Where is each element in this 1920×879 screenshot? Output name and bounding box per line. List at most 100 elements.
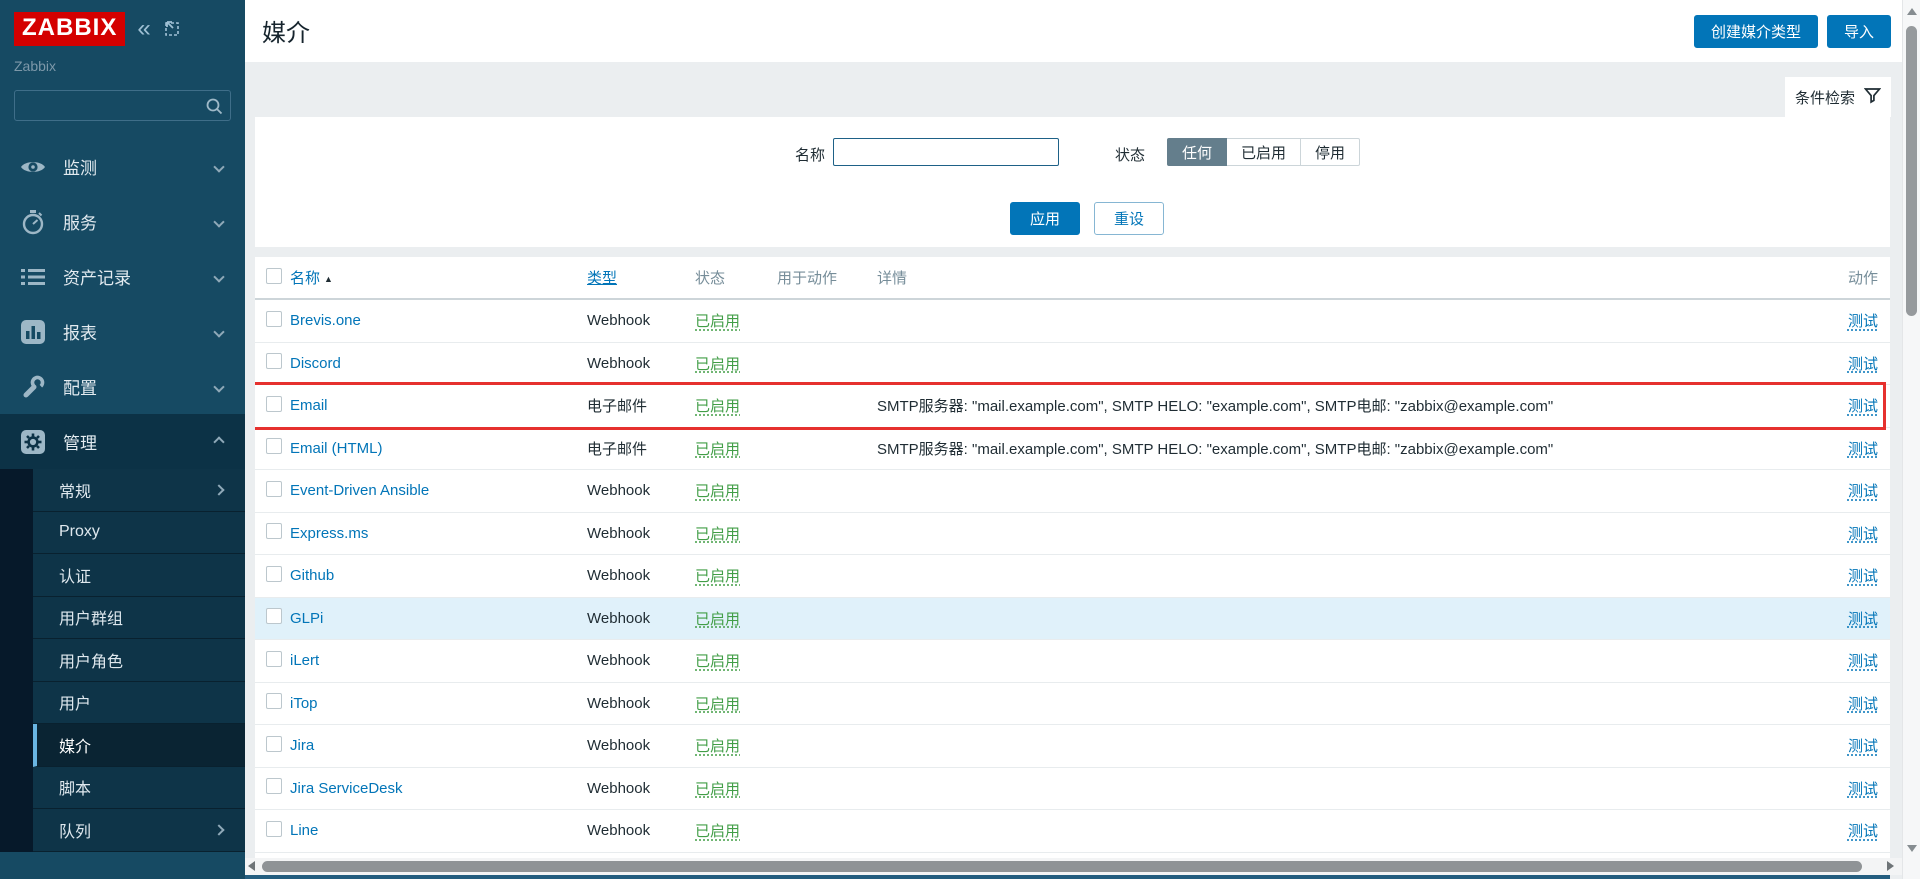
sidebar-item-scripts[interactable]: 脚本 bbox=[33, 767, 245, 810]
sidebar-item-user-roles[interactable]: 用户角色 bbox=[33, 639, 245, 682]
test-link[interactable]: 测试 bbox=[1848, 313, 1878, 330]
import-button[interactable]: 导入 bbox=[1827, 15, 1891, 48]
zabbix-logo[interactable]: ZABBIX bbox=[14, 12, 125, 46]
collapse-sidebar-icon[interactable]: « bbox=[137, 17, 150, 41]
reset-button[interactable]: 重设 bbox=[1094, 202, 1164, 235]
sidebar-item-users[interactable]: 用户 bbox=[33, 682, 245, 725]
scroll-right-arrow-icon[interactable] bbox=[1887, 861, 1894, 871]
test-link[interactable]: 测试 bbox=[1848, 611, 1878, 628]
status-option-disabled[interactable]: 停用 bbox=[1300, 138, 1360, 166]
filter-tab[interactable]: 条件检索 bbox=[1785, 77, 1891, 117]
media-type-name-link[interactable]: GLPi bbox=[290, 610, 323, 627]
scroll-left-arrow-icon[interactable] bbox=[248, 861, 255, 871]
status-enabled-link[interactable]: 已启用 bbox=[695, 568, 740, 585]
media-type-type: 电子邮件 bbox=[587, 395, 695, 416]
sidebar-item-inventory[interactable]: 资产记录 bbox=[0, 249, 245, 304]
details-cell: SMTP服务器: "mail.example.com", SMTP HELO: … bbox=[877, 395, 1818, 416]
horizontal-scrollbar-thumb[interactable] bbox=[262, 861, 1862, 872]
row-checkbox[interactable] bbox=[266, 778, 282, 794]
test-link[interactable]: 测试 bbox=[1848, 781, 1878, 798]
row-checkbox[interactable] bbox=[266, 523, 282, 539]
apply-button[interactable]: 应用 bbox=[1010, 202, 1080, 235]
status-enabled-link[interactable]: 已启用 bbox=[695, 611, 740, 628]
sidebar-item-queue[interactable]: 队列 bbox=[33, 809, 245, 852]
test-link[interactable]: 测试 bbox=[1848, 738, 1878, 755]
sidebar-item-label: 监测 bbox=[63, 154, 97, 179]
media-type-name-link[interactable]: Email (HTML) bbox=[290, 440, 383, 457]
test-link[interactable]: 测试 bbox=[1848, 356, 1878, 373]
row-checkbox[interactable] bbox=[266, 438, 282, 454]
sidebar-item-general[interactable]: 常规 bbox=[33, 469, 245, 512]
test-link[interactable]: 测试 bbox=[1848, 823, 1878, 840]
test-link[interactable]: 测试 bbox=[1848, 526, 1878, 543]
filter-tab-label: 条件检索 bbox=[1795, 87, 1855, 108]
media-type-name-link[interactable]: Express.ms bbox=[290, 525, 368, 542]
status-enabled-link[interactable]: 已启用 bbox=[695, 398, 740, 415]
status-enabled-link[interactable]: 已启用 bbox=[695, 356, 740, 373]
horizontal-scrollbar[interactable] bbox=[245, 858, 1902, 875]
test-link[interactable]: 测试 bbox=[1848, 441, 1878, 458]
sidebar-item-configuration[interactable]: 配置 bbox=[0, 359, 245, 414]
select-all-checkbox[interactable] bbox=[266, 268, 282, 284]
status-enabled-link[interactable]: 已启用 bbox=[695, 483, 740, 500]
row-checkbox[interactable] bbox=[266, 651, 282, 667]
expand-view-icon[interactable] bbox=[163, 20, 181, 38]
media-type-name-link[interactable]: Event-Driven Ansible bbox=[290, 482, 429, 499]
media-type-name-link[interactable]: iTop bbox=[290, 695, 318, 712]
row-checkbox[interactable] bbox=[266, 693, 282, 709]
scroll-up-arrow-icon[interactable] bbox=[1907, 8, 1917, 15]
sidebar-item-administration[interactable]: 管理 bbox=[0, 414, 245, 469]
status-option-enabled[interactable]: 已启用 bbox=[1226, 138, 1301, 166]
sidebar-item-authentication[interactable]: 认证 bbox=[33, 554, 245, 597]
row-checkbox[interactable] bbox=[266, 481, 282, 497]
status-enabled-link[interactable]: 已启用 bbox=[695, 441, 740, 458]
scroll-down-arrow-icon[interactable] bbox=[1907, 845, 1917, 852]
sidebar-item-proxy[interactable]: Proxy bbox=[33, 512, 245, 555]
sidebar-item-reports[interactable]: 报表 bbox=[0, 304, 245, 359]
sidebar-item-media-types[interactable]: 媒介 bbox=[33, 724, 245, 767]
media-type-name-link[interactable]: Jira bbox=[290, 737, 314, 754]
media-type-type: 电子邮件 bbox=[587, 438, 695, 459]
sidebar: ZABBIX « Zabbix bbox=[0, 0, 245, 879]
search-input[interactable] bbox=[15, 91, 230, 120]
row-checkbox[interactable] bbox=[266, 608, 282, 624]
status-enabled-link[interactable]: 已启用 bbox=[695, 781, 740, 798]
row-checkbox[interactable] bbox=[266, 311, 282, 327]
create-media-type-button[interactable]: 创建媒介类型 bbox=[1694, 15, 1818, 48]
media-type-name-link[interactable]: Line bbox=[290, 822, 318, 839]
vertical-scrollbar[interactable] bbox=[1902, 0, 1920, 879]
row-checkbox[interactable] bbox=[266, 566, 282, 582]
submenu-label: 脚本 bbox=[59, 775, 91, 799]
column-header-type[interactable]: 类型 bbox=[587, 270, 617, 287]
media-type-name-link[interactable]: Email bbox=[290, 397, 328, 414]
test-link[interactable]: 测试 bbox=[1848, 398, 1878, 415]
test-link[interactable]: 测试 bbox=[1848, 568, 1878, 585]
sidebar-item-monitoring[interactable]: 监测 bbox=[0, 139, 245, 194]
status-enabled-link[interactable]: 已启用 bbox=[695, 696, 740, 713]
status-option-any[interactable]: 任何 bbox=[1167, 138, 1227, 166]
status-enabled-link[interactable]: 已启用 bbox=[695, 738, 740, 755]
row-checkbox[interactable] bbox=[266, 736, 282, 752]
sidebar-item-services[interactable]: 服务 bbox=[0, 194, 245, 249]
status-enabled-link[interactable]: 已启用 bbox=[695, 526, 740, 543]
media-type-name-link[interactable]: Brevis.one bbox=[290, 312, 361, 329]
sidebar-item-user-groups[interactable]: 用户群组 bbox=[33, 597, 245, 640]
status-enabled-link[interactable]: 已启用 bbox=[695, 823, 740, 840]
media-type-name-link[interactable]: Github bbox=[290, 567, 334, 584]
row-checkbox[interactable] bbox=[266, 396, 282, 412]
test-link[interactable]: 测试 bbox=[1848, 653, 1878, 670]
table-row: Email (HTML) 电子邮件 已启用 SMTP服务器: "mail.exa… bbox=[255, 428, 1890, 471]
filter-name-input[interactable] bbox=[833, 138, 1059, 166]
test-link[interactable]: 测试 bbox=[1848, 696, 1878, 713]
media-type-name-link[interactable]: Jira ServiceDesk bbox=[290, 780, 403, 797]
status-enabled-link[interactable]: 已启用 bbox=[695, 653, 740, 670]
search-icon[interactable] bbox=[205, 97, 223, 120]
media-type-name-link[interactable]: Discord bbox=[290, 355, 341, 372]
test-link[interactable]: 测试 bbox=[1848, 483, 1878, 500]
status-enabled-link[interactable]: 已启用 bbox=[695, 313, 740, 330]
column-header-name[interactable]: 名称 bbox=[290, 270, 320, 287]
vertical-scrollbar-thumb[interactable] bbox=[1906, 26, 1917, 316]
media-type-name-link[interactable]: iLert bbox=[290, 652, 319, 669]
row-checkbox[interactable] bbox=[266, 353, 282, 369]
row-checkbox[interactable] bbox=[266, 821, 282, 837]
